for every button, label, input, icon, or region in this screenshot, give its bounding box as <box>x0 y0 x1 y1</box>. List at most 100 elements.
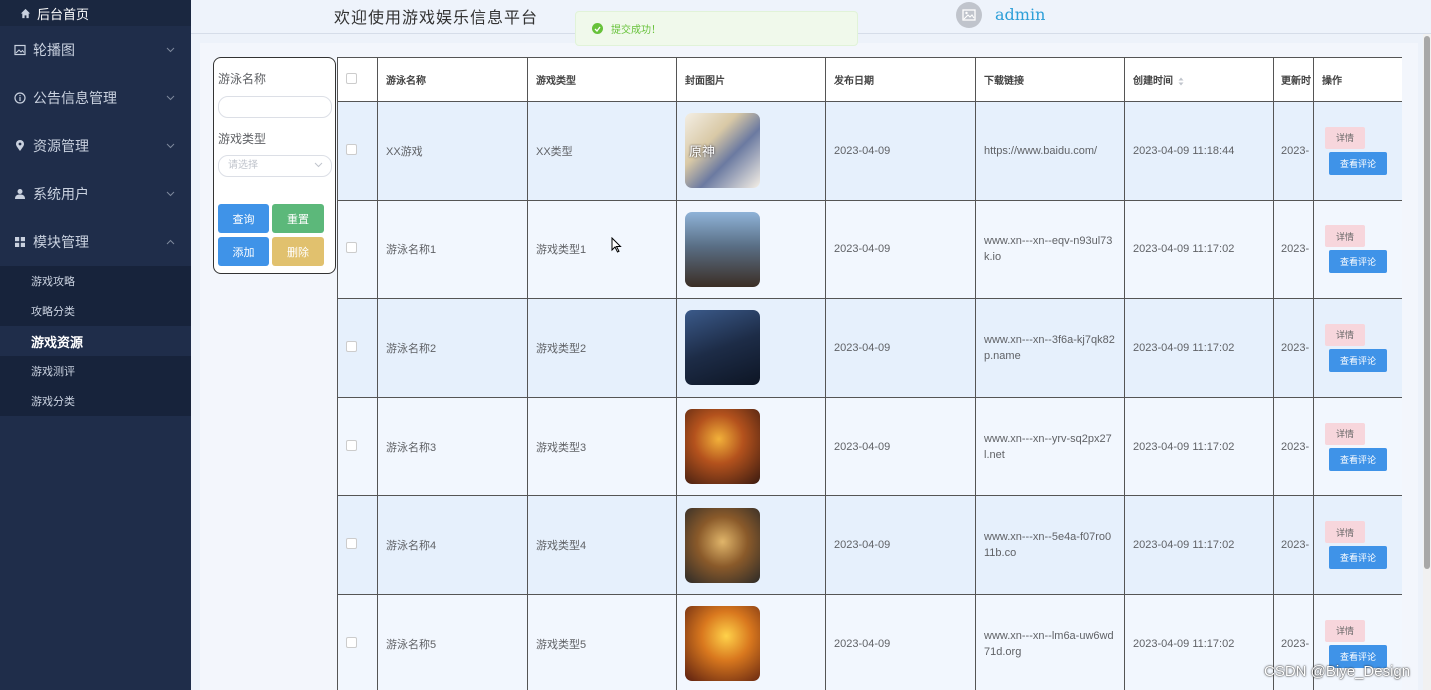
chevron-down-icon <box>166 47 175 53</box>
name-input[interactable] <box>218 96 332 118</box>
type-select-placeholder: 请选择 <box>228 160 258 171</box>
home-icon <box>20 8 31 18</box>
header-created-label: 创建时间 <box>1133 76 1173 87</box>
sidebar-subitem-guide-category[interactable]: 攻略分类 <box>0 296 191 326</box>
cell-publish: 2023-04-09 <box>825 298 976 398</box>
avatar[interactable] <box>956 2 982 28</box>
view-reviews-button[interactable]: 查看评论 <box>1329 151 1387 175</box>
sidebar-item-notice[interactable]: 公告信息管理 <box>0 74 191 122</box>
sidebar-item-label: 轮播图 <box>33 42 75 58</box>
search-panel: 游泳名称 游戏类型 请选择 查询 重置 添加 删除 <box>213 57 336 274</box>
row-checkbox[interactable] <box>346 538 357 550</box>
header-updated: 更新时 <box>1273 57 1314 102</box>
table-header-row: 游泳名称 游戏类型 封面图片 发布日期 下载链接 创建时间 更新时 操作 <box>337 57 1402 102</box>
sidebar-subitem-label: 攻略分类 <box>31 306 75 318</box>
cell-created: 2023-04-09 11:17:02 <box>1124 593 1274 690</box>
sidebar-item-resource[interactable]: 资源管理 <box>0 122 191 170</box>
cell-publish: 2023-04-09 <box>825 495 976 595</box>
table-row[interactable]: 游泳名称4 游戏类型4 2023-04-09 www.xn---xn--5e4a-f0… <box>337 495 1402 595</box>
type-select[interactable]: 请选择 <box>218 155 332 177</box>
sidebar-subitem-game-review[interactable]: 游戏测评 <box>0 356 191 386</box>
cover-image <box>685 409 760 485</box>
sidebar-item-label: 公告信息管理 <box>33 90 117 106</box>
row-select-cell[interactable] <box>337 593 378 690</box>
cell-cover <box>676 298 826 398</box>
delete-button[interactable]: 删除 <box>272 237 324 266</box>
image-placeholder-icon <box>962 9 976 21</box>
header-name: 游泳名称 <box>377 57 528 102</box>
sidebar-subitem-game-resource[interactable]: 游戏资源 <box>0 326 191 356</box>
cell-updated: 2023- <box>1273 199 1314 300</box>
detail-button[interactable]: 详情 <box>1325 126 1365 149</box>
view-reviews-button[interactable]: 查看评论 <box>1329 348 1387 372</box>
mouse-cursor-icon <box>611 237 622 253</box>
cell-link: www.xn---xn--eqv-n93ul73k.io <box>975 199 1125 300</box>
detail-button[interactable]: 详情 <box>1325 521 1365 544</box>
row-checkbox[interactable] <box>346 242 357 254</box>
table-row[interactable]: 游泳名称3 游戏类型3 2023-04-09 www.xn---xn--yrv-sq2… <box>337 396 1402 497</box>
scrollbar-thumb[interactable] <box>1424 36 1430 569</box>
cell-cover <box>676 199 826 300</box>
sort-icon[interactable] <box>1178 77 1184 86</box>
cell-updated: 2023- <box>1273 101 1314 201</box>
type-label: 游戏类型 <box>218 132 267 146</box>
sidebar-item-carousel[interactable]: 轮播图 <box>0 26 191 74</box>
cell-publish: 2023-04-09 <box>825 396 976 497</box>
view-reviews-button[interactable]: 查看评论 <box>1329 250 1387 274</box>
table-row[interactable]: 游泳名称1 游戏类型1 2023-04-09 www.xn---xn--eqv-n93… <box>337 199 1402 300</box>
table-row[interactable]: 游泳名称5 游戏类型5 2023-04-09 www.xn---xn--lm6a-uw… <box>337 593 1402 690</box>
sidebar-subitem-label: 游戏分类 <box>31 396 75 408</box>
row-checkbox[interactable] <box>346 143 357 155</box>
row-select-cell[interactable] <box>337 298 378 398</box>
header-ops: 操作 <box>1313 57 1402 102</box>
sidebar-home[interactable]: 后台首页 <box>0 0 191 26</box>
cell-type: 游戏类型4 <box>527 495 677 595</box>
detail-button[interactable]: 详情 <box>1325 323 1365 346</box>
row-select-cell[interactable] <box>337 101 378 201</box>
row-checkbox[interactable] <box>346 636 357 648</box>
cell-publish: 2023-04-09 <box>825 593 976 690</box>
toast-message: 提交成功！ <box>611 25 661 36</box>
row-select-cell[interactable] <box>337 199 378 300</box>
sidebar-item-label: 系统用户 <box>33 186 89 202</box>
select-all-checkbox[interactable] <box>346 72 357 84</box>
sidebar: 后台首页 轮播图 公告信息管理 资源管理 系统用户 模块管理 游戏攻略 攻略分类… <box>0 0 191 690</box>
sidebar-item-users[interactable]: 系统用户 <box>0 170 191 218</box>
add-button[interactable]: 添加 <box>218 237 269 266</box>
query-button[interactable]: 查询 <box>218 204 269 233</box>
sidebar-subitem-game-category[interactable]: 游戏分类 <box>0 386 191 416</box>
cell-type: 游戏类型1 <box>527 199 677 300</box>
header-type: 游戏类型 <box>527 57 677 102</box>
detail-button[interactable]: 详情 <box>1325 422 1365 445</box>
sidebar-subitem-label: 游戏攻略 <box>31 276 75 288</box>
user-icon <box>13 188 27 200</box>
detail-button[interactable]: 详情 <box>1325 619 1365 642</box>
view-reviews-button[interactable]: 查看评论 <box>1329 546 1387 570</box>
header-cover: 封面图片 <box>676 57 826 102</box>
cell-cover <box>676 495 826 595</box>
row-select-cell[interactable] <box>337 495 378 595</box>
table-row[interactable]: XX游戏 XX类型 原神 2023-04-09 https://www.baidu.co… <box>337 101 1402 201</box>
sidebar-subitem-game-guide[interactable]: 游戏攻略 <box>0 266 191 296</box>
header-select-all[interactable] <box>337 57 378 102</box>
username[interactable]: admin <box>995 5 1045 24</box>
view-reviews-button[interactable]: 查看评论 <box>1329 447 1387 471</box>
row-checkbox[interactable] <box>346 340 357 352</box>
sidebar-item-modules[interactable]: 模块管理 <box>0 218 191 266</box>
detail-button[interactable]: 详情 <box>1325 225 1365 248</box>
header-created[interactable]: 创建时间 <box>1124 57 1274 102</box>
cell-link: https://www.baidu.com/ <box>975 101 1125 201</box>
reset-button[interactable]: 重置 <box>272 204 324 233</box>
info-circle-icon <box>13 92 27 104</box>
cell-name: 游泳名称2 <box>377 298 528 398</box>
table-row[interactable]: 游泳名称2 游戏类型2 2023-04-09 www.xn---xn--3f6a-kj… <box>337 298 1402 398</box>
location-pin-icon <box>13 140 27 152</box>
cover-image: 原神 <box>685 113 760 189</box>
cell-cover <box>676 396 826 497</box>
row-checkbox[interactable] <box>346 439 357 451</box>
data-table: 游泳名称 游戏类型 封面图片 发布日期 下载链接 创建时间 更新时 操作 XX游… <box>337 57 1402 690</box>
chevron-down-icon <box>166 95 175 101</box>
row-select-cell[interactable] <box>337 396 378 497</box>
header-link: 下载链接 <box>975 57 1125 102</box>
cell-created: 2023-04-09 11:17:02 <box>1124 495 1274 595</box>
